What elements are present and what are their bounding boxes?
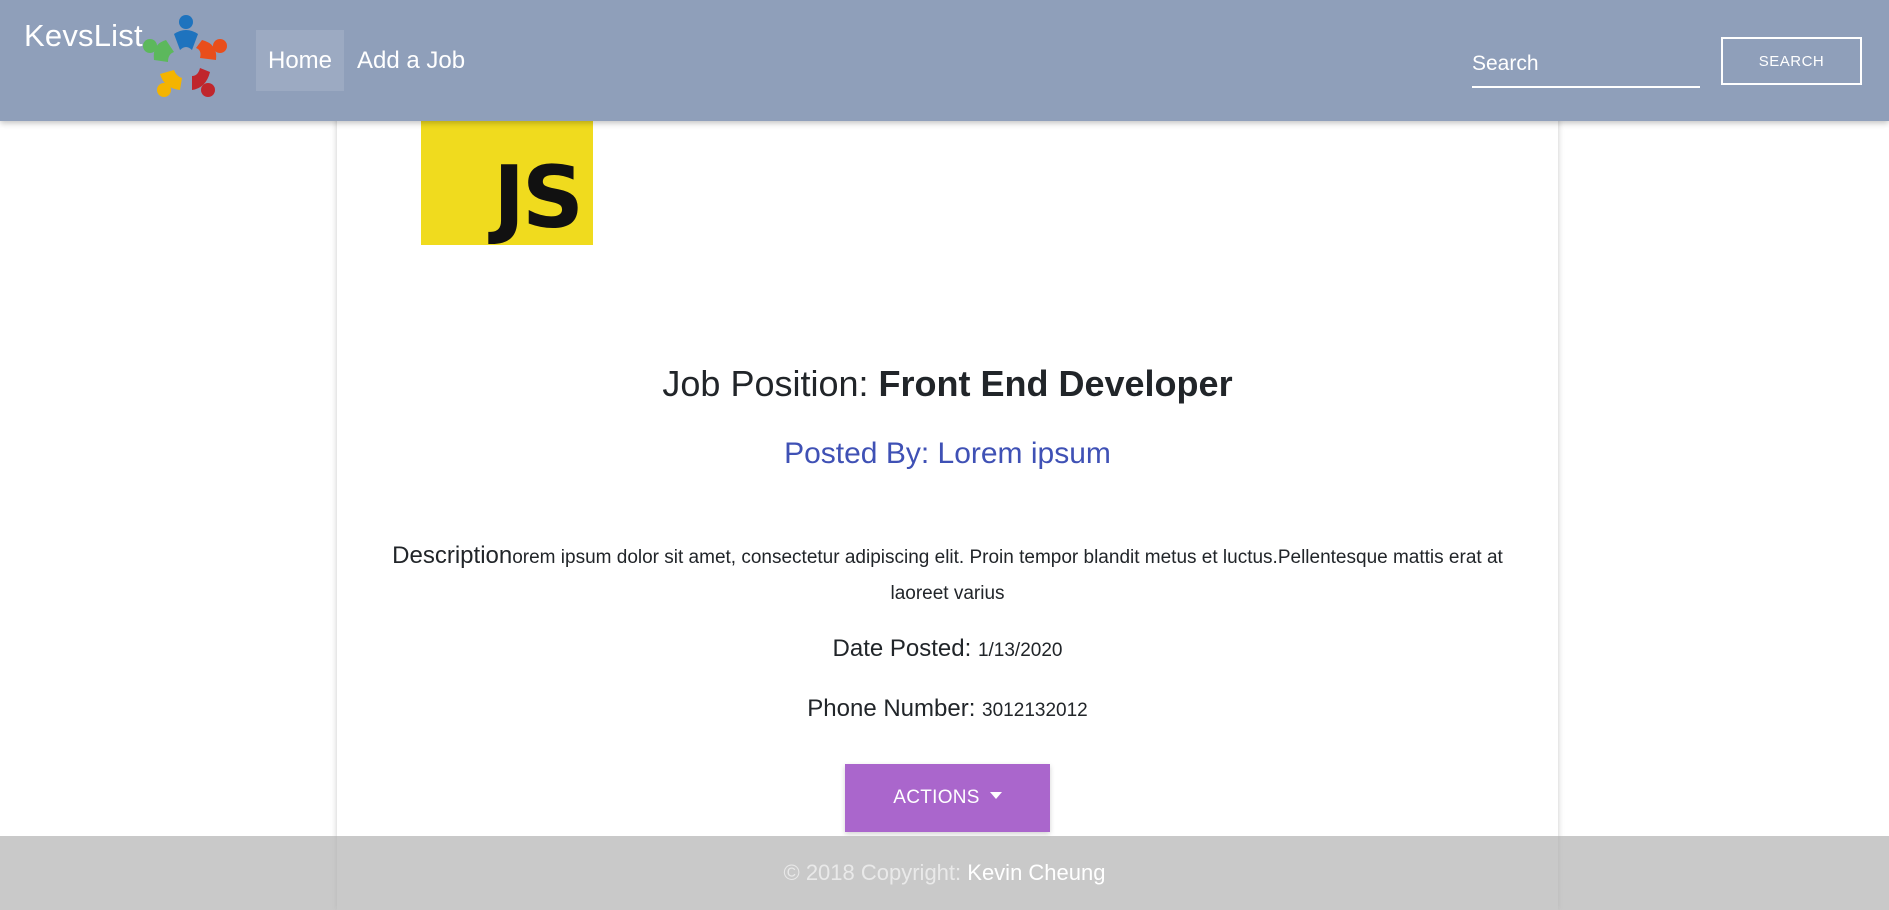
phone-number-value: 3012132012	[982, 700, 1088, 721]
job-description: Descriptionorem ipsum dolor sit amet, co…	[372, 538, 1523, 612]
job-position-heading: Job Position: Front End Developer	[337, 363, 1558, 405]
actions-label: ACTIONS	[893, 787, 980, 808]
caret-down-icon	[989, 792, 1002, 800]
date-posted: Date Posted: 1/13/2020	[337, 635, 1558, 663]
brand-name[interactable]: KevsList	[24, 18, 143, 54]
date-posted-value: 1/13/2020	[977, 640, 1063, 661]
search-button[interactable]: SEARCH	[1721, 37, 1862, 85]
job-position-value: Front End Developer	[878, 363, 1233, 404]
javascript-logo-icon: JS	[421, 116, 593, 245]
footer-copyright: © 2018 Copyright:	[783, 860, 968, 885]
js-logo-text: JS	[493, 148, 584, 248]
navbar: KevsList Home Add a Job SEARCH	[0, 0, 1889, 121]
job-position-label: Job Position:	[662, 363, 879, 404]
nav-home-link[interactable]: Home	[256, 30, 345, 91]
phone-number: Phone Number: 3012132012	[337, 695, 1558, 723]
date-posted-label: Date Posted:	[832, 635, 978, 662]
footer-author-link[interactable]: Kevin Cheung	[967, 860, 1105, 885]
search-input[interactable]	[1472, 42, 1700, 88]
phone-number-label: Phone Number:	[807, 695, 983, 722]
nav-add-job-link[interactable]: Add a Job	[345, 30, 477, 91]
description-text: orem ipsum dolor sit amet, consectetur a…	[512, 547, 1503, 604]
actions-dropdown-button[interactable]: ACTIONS	[845, 764, 1050, 832]
people-circle-logo-icon[interactable]	[140, 14, 232, 102]
posted-by: Posted By: Lorem ipsum	[784, 437, 1111, 470]
footer: © 2018 Copyright: Kevin Cheung	[0, 836, 1889, 910]
description-label: Description	[392, 542, 513, 569]
